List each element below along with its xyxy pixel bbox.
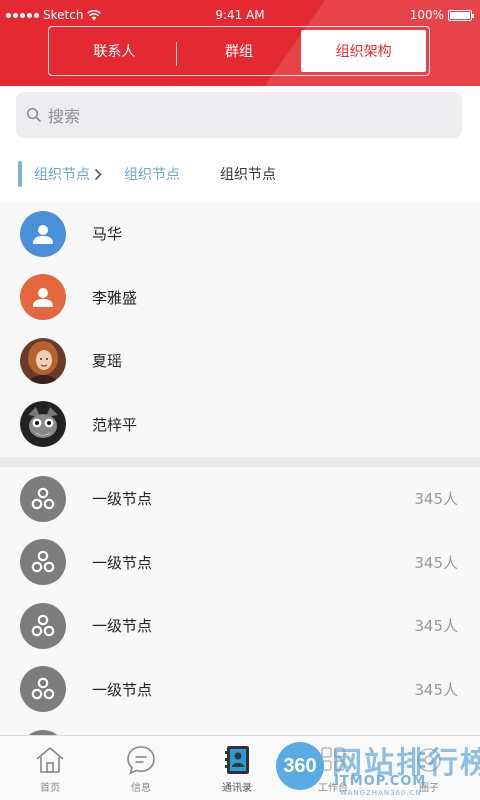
member-count: 345人 [414, 680, 458, 699]
node-name: 一级节点 [92, 553, 153, 572]
section-divider [0, 457, 480, 467]
tab-label: 首页 [40, 783, 60, 794]
breadcrumb-current: 组织节点 [220, 167, 276, 183]
status-right: 100% [409, 8, 474, 22]
member-count: 345人 [414, 617, 458, 636]
list-item[interactable]: 一级节点 345人 [0, 594, 480, 658]
list-item[interactable]: 夏瑶 [0, 329, 480, 393]
default-user-icon [33, 288, 53, 308]
org-node-icon [20, 602, 66, 649]
tab-contacts-book[interactable]: 通讯录 [189, 736, 285, 800]
tab-label: 信息 [131, 783, 151, 794]
contact-name: 范梓平 [92, 415, 138, 434]
org-node-icon [20, 475, 66, 522]
search-icon [26, 107, 41, 122]
list-item[interactable]: 一级节点 345人 [0, 658, 480, 722]
tab-workbench[interactable]: 工作台 [285, 736, 381, 800]
tab-label: 工作台 [318, 783, 348, 794]
app-header: Sketch 9:41 AM 100% 联系人 群组 组织架构 [0, 0, 480, 86]
bottom-tab-bar: 首页 信息 通讯录 工作台 圈子 [0, 735, 480, 800]
list-item[interactable]: 马华 [0, 202, 480, 266]
contact-name: 马华 [92, 225, 123, 244]
search-area: 搜索 [0, 86, 480, 146]
tab-contacts[interactable]: 联系人 [52, 30, 177, 72]
list-item[interactable]: 一级节点 345人 [0, 531, 480, 595]
photo-avatar [20, 401, 66, 448]
search-placeholder: 搜索 [48, 107, 81, 126]
contact-name: 李雅盛 [92, 288, 138, 307]
org-node-icon [20, 539, 66, 586]
tab-groups[interactable]: 群组 [177, 30, 302, 72]
default-user-icon [33, 224, 53, 244]
avatar [20, 210, 66, 257]
tab-label: 通讯录 [222, 783, 252, 794]
member-count: 345人 [414, 553, 458, 572]
search-input[interactable]: 搜索 [16, 92, 462, 138]
tab-label: 圈子 [419, 783, 439, 794]
battery-percent: 100% [409, 8, 444, 22]
tab-org-structure[interactable]: 组织架构 [301, 30, 427, 72]
list-item[interactable]: 一级节点 345人 [0, 467, 480, 531]
circle-icon [417, 748, 441, 772]
node-name: 一级节点 [92, 680, 153, 699]
breadcrumb: 组织节点 组织节点 组织节点 [0, 146, 480, 202]
tab-messages[interactable]: 信息 [93, 736, 189, 800]
chevron-right-icon [94, 168, 102, 181]
breadcrumb-item[interactable]: 组织节点 [124, 164, 180, 184]
contact-name: 夏瑶 [92, 352, 123, 371]
tab-circle[interactable]: 圈子 [381, 736, 477, 800]
contacts-book-icon [225, 746, 249, 774]
photo-avatar [20, 337, 66, 384]
contact-list: 马华 李雅盛 夏瑶 范梓平 [0, 202, 480, 456]
segmented-control: 联系人 群组 组织架构 [48, 26, 430, 76]
message-icon [127, 746, 155, 775]
breadcrumb-marker [18, 161, 22, 187]
node-name: 一级节点 [92, 490, 153, 509]
member-count: 345人 [414, 490, 458, 509]
list-item[interactable]: 李雅盛 [0, 266, 480, 330]
breadcrumb-item[interactable]: 组织节点 [34, 164, 90, 184]
home-icon [36, 747, 64, 773]
tab-home[interactable]: 首页 [2, 736, 98, 800]
list-item[interactable]: 范梓平 [0, 393, 480, 457]
org-node-icon [20, 666, 66, 713]
status-time: 9:41 AM [215, 8, 265, 22]
workbench-icon [321, 747, 345, 771]
battery-icon [448, 9, 474, 21]
node-name: 一级节点 [92, 617, 153, 636]
avatar [20, 274, 66, 321]
